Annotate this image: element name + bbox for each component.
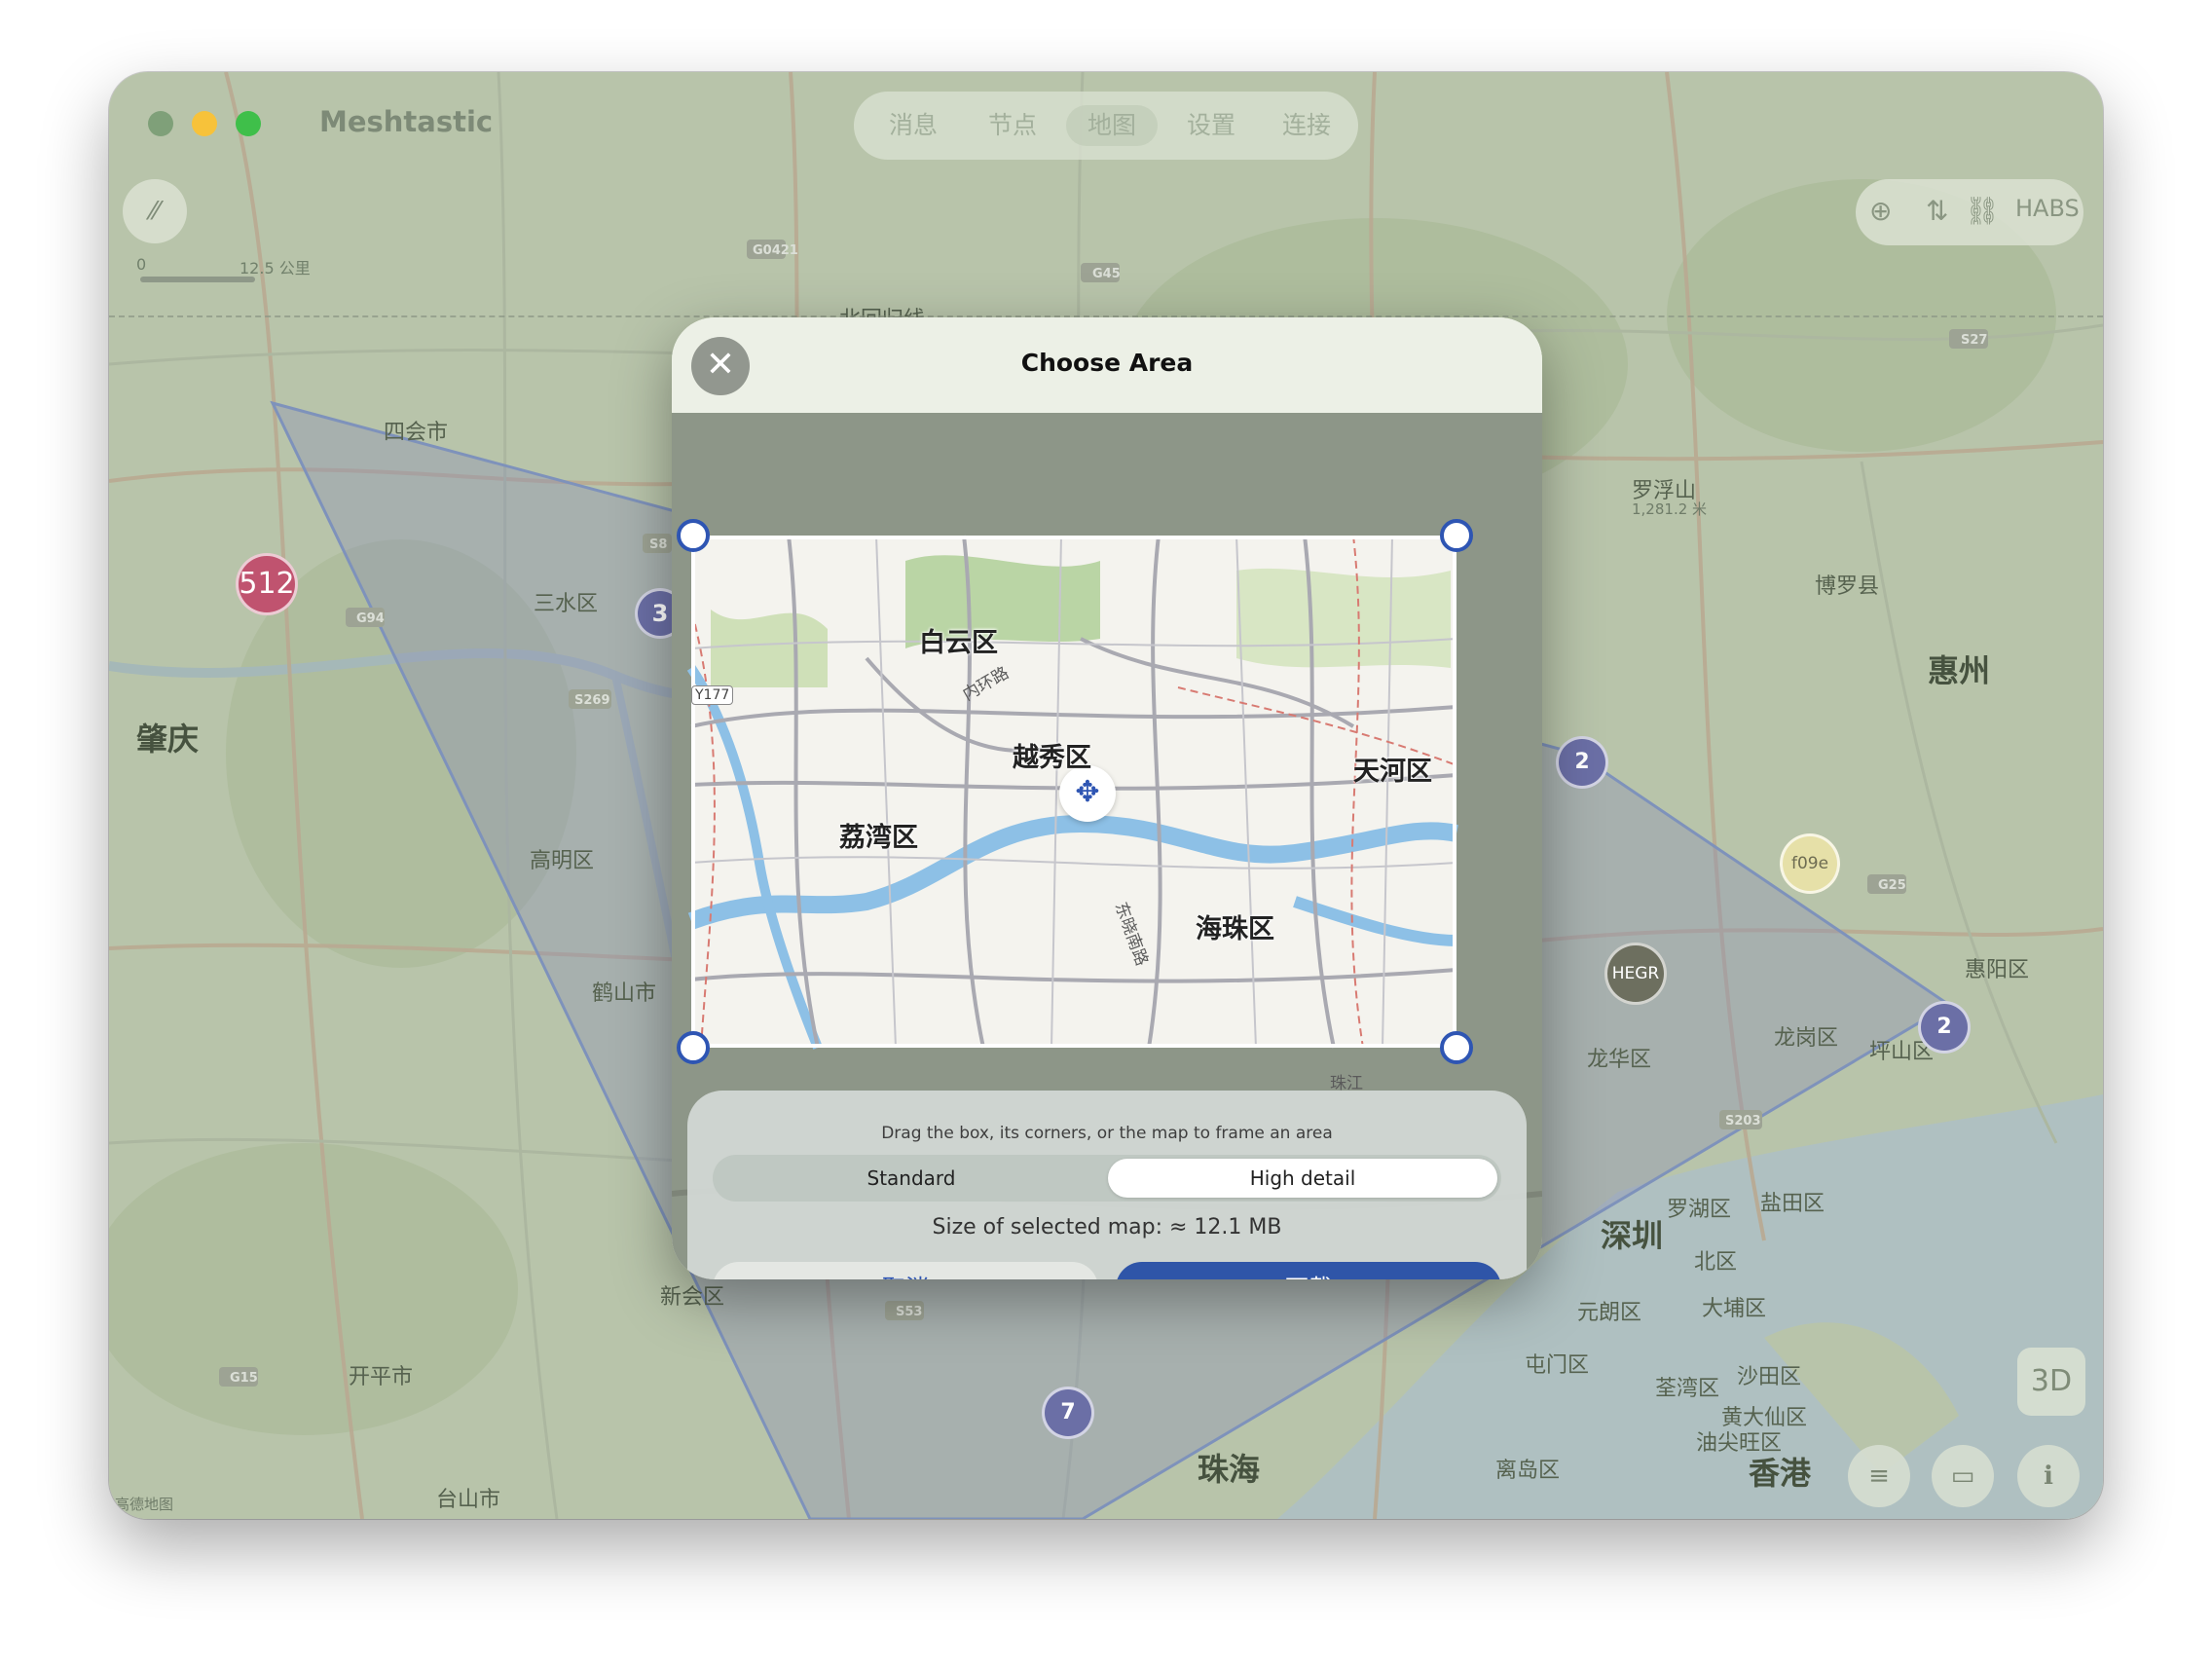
tab-settings[interactable]: 设置 (1165, 105, 1257, 146)
map-label: 北区 (1694, 1250, 1738, 1275)
map-label: 三水区 (534, 592, 599, 616)
map-label: 离岛区 (1495, 1459, 1561, 1483)
scale-zero: 0 (136, 255, 147, 274)
corner-handle-bottom-left[interactable] (677, 1031, 710, 1064)
district-label: 荔湾区 (839, 823, 918, 853)
map-credit: 高德地图 (115, 1496, 174, 1513)
info-icon[interactable]: ℹ (2017, 1445, 2080, 1507)
map-label: 荃湾区 (1655, 1377, 1720, 1401)
node-cluster[interactable]: 2 (1918, 1001, 1971, 1054)
tab-nodes[interactable]: 节点 (967, 105, 1058, 146)
corner-handle-top-left[interactable] (677, 519, 710, 552)
map-label: 高明区 (530, 849, 595, 873)
map-size-text: Size of selected map: ≈ 12.1 MB (932, 1215, 1282, 1240)
district-label: 天河区 (1353, 757, 1432, 787)
map-label: 台山市 (436, 1488, 501, 1512)
map-label: 元朗区 (1577, 1301, 1642, 1325)
tab-messages[interactable]: 消息 (867, 105, 959, 146)
corner-handle-top-right[interactable] (1440, 519, 1473, 552)
map-label: 深圳 (1601, 1217, 1664, 1254)
tab-connect[interactable]: 连接 (1261, 105, 1352, 146)
minimize-window-button[interactable] (192, 111, 217, 136)
habs-label[interactable]: HABS (2015, 195, 2080, 222)
map-label: 罗湖区 (1667, 1198, 1732, 1222)
scale-distance: 12.5 公里 (240, 259, 311, 278)
map-label: 大埔区 (1702, 1297, 1767, 1321)
map-label: 沙田区 (1737, 1365, 1802, 1389)
sort-icon[interactable]: ⇅ (1926, 195, 1948, 227)
district-label: 越秀区 (1013, 743, 1091, 773)
link-icon[interactable]: ⛓ (1965, 195, 2000, 227)
option-high-detail[interactable]: High detail (1108, 1159, 1497, 1198)
cancel-button[interactable]: 取消 (713, 1262, 1098, 1279)
map-label: 开平市 (349, 1365, 414, 1389)
district-label: 海珠区 (1196, 914, 1274, 944)
map-label: 博罗县 (1815, 574, 1880, 599)
node-marker[interactable]: HEGR (1604, 943, 1667, 1005)
close-window-button[interactable] (148, 111, 173, 136)
node-cluster[interactable]: 512 (236, 553, 298, 615)
scale-bar (140, 277, 255, 282)
node-cluster[interactable]: 7 (1042, 1387, 1094, 1439)
node-cluster[interactable]: 2 (1556, 736, 1608, 789)
app-title: Meshtastic (319, 105, 494, 138)
add-waypoint-icon[interactable]: ⊕ (1869, 195, 1892, 227)
tab-map[interactable]: 地图 (1066, 105, 1158, 146)
map-label: 新会区 (660, 1285, 725, 1310)
map-icon[interactable]: ▭ (1932, 1445, 1994, 1507)
map-label: 龙岗区 (1774, 1026, 1839, 1051)
detail-segmented-control: Standard High detail (713, 1155, 1501, 1202)
map-label: 肇庆 (136, 721, 200, 758)
map-label: 1,281.2 米 (1632, 500, 1708, 518)
dialog-header: ✕ Choose Area (672, 317, 1542, 413)
map-label: 珠海 (1198, 1451, 1261, 1488)
corner-handle-bottom-right[interactable] (1440, 1031, 1473, 1064)
map-label: 龙华区 (1587, 1048, 1652, 1072)
download-button[interactable]: 下载 (1116, 1262, 1501, 1279)
map-label: 香港 (1749, 1455, 1812, 1492)
3d-button[interactable]: 3D (2017, 1348, 2085, 1416)
map-label: 盐田区 (1760, 1192, 1825, 1216)
road-shield: Y177 (691, 685, 734, 705)
node-marker[interactable]: f09e (1780, 833, 1840, 894)
map-label: 鹤山市 (592, 981, 657, 1006)
download-panel: Drag the box, its corners, or the map to… (687, 1091, 1527, 1279)
map-style-toggle-icon[interactable]: ⁄⁄ (123, 179, 187, 243)
main-tab-bar: 消息 节点 地图 设置 连接 (854, 92, 1358, 160)
choose-area-dialog: ✕ Choose Area ✥ 白云区 越秀区 天河区 荔湾区 海珠区 Y177… (672, 317, 1542, 1279)
filter-icon[interactable]: ≡ (1848, 1445, 1910, 1507)
map-label: 惠阳区 (1965, 958, 2030, 982)
dialog-title: Choose Area (1020, 349, 1194, 377)
district-label: 白云区 (919, 628, 998, 658)
map-label: 屯门区 (1525, 1353, 1590, 1378)
app-window: G0421 G45 S27 S8 G94 S269 G25 S203 S53 G… (109, 72, 2103, 1519)
option-standard[interactable]: Standard (717, 1159, 1106, 1198)
map-label: 惠州 (1928, 652, 1991, 689)
map-label: 四会市 (384, 421, 449, 445)
hint-text: Drag the box, its corners, or the map to… (881, 1124, 1333, 1143)
zoom-window-button[interactable] (236, 111, 261, 136)
